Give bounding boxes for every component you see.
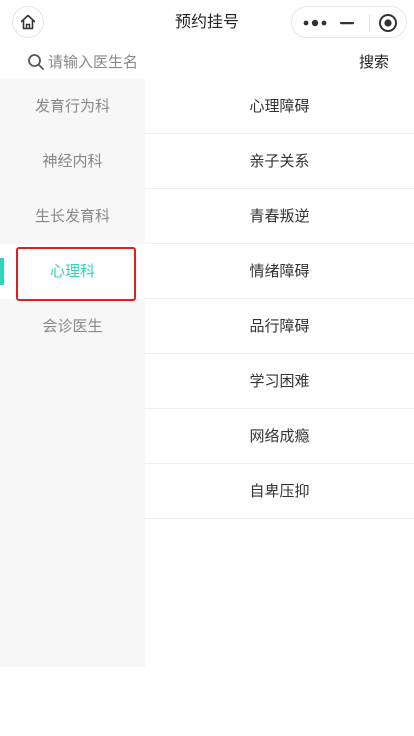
list-item[interactable]: 自卑压抑	[145, 464, 414, 519]
sidebar-item-label: 生长发育科	[34, 207, 110, 225]
capsule-menu	[291, 6, 407, 38]
search-input[interactable]	[48, 50, 288, 74]
list-item[interactable]: 学习困难	[145, 354, 414, 409]
list-item[interactable]: 情绪障碍	[145, 244, 414, 299]
more-dots-icon[interactable]	[300, 15, 330, 31]
list-item[interactable]: 网络成瘾	[145, 409, 414, 464]
sidebar-item-growth-development[interactable]: 生长发育科	[0, 189, 145, 244]
list-item[interactable]: 青春叛逆	[145, 189, 414, 244]
nav-bar: 预约挂号	[0, 0, 414, 44]
sidebar-item-label: 神经内科	[42, 152, 103, 170]
list-item[interactable]: 品行障碍	[145, 299, 414, 354]
search-bar: 搜索	[0, 44, 414, 80]
capsule-divider	[369, 15, 370, 31]
sidebar-item-label: 心理科	[49, 262, 95, 280]
active-indicator	[0, 258, 4, 285]
sidebar-item-neurology[interactable]: 神经内科	[0, 134, 145, 189]
minimize-icon[interactable]	[339, 15, 355, 31]
page: 预约挂号 搜索 发育行为科	[0, 0, 414, 736]
sidebar-item-label: 发育行为科	[34, 97, 110, 115]
list-item[interactable]: 心理障碍	[145, 79, 414, 134]
search-icon	[28, 54, 44, 70]
department-sidebar: 发育行为科 神经内科 生长发育科 心理科 会诊医生	[0, 79, 145, 667]
sidebar-item-label: 会诊医生	[42, 317, 103, 335]
list-item[interactable]: 亲子关系	[145, 134, 414, 189]
sidebar-item-psychology[interactable]: 心理科	[0, 244, 145, 301]
subspecialty-list: 心理障碍 亲子关系 青春叛逆 情绪障碍 品行障碍 学习困难 网络成瘾 自卑压抑	[145, 79, 414, 519]
sidebar-item-consultation-doctor[interactable]: 会诊医生	[0, 299, 145, 354]
search-button[interactable]: 搜索	[359, 50, 389, 74]
sidebar-item-developmental-behavior[interactable]: 发育行为科	[0, 79, 145, 134]
target-circle-icon[interactable]	[378, 13, 398, 33]
